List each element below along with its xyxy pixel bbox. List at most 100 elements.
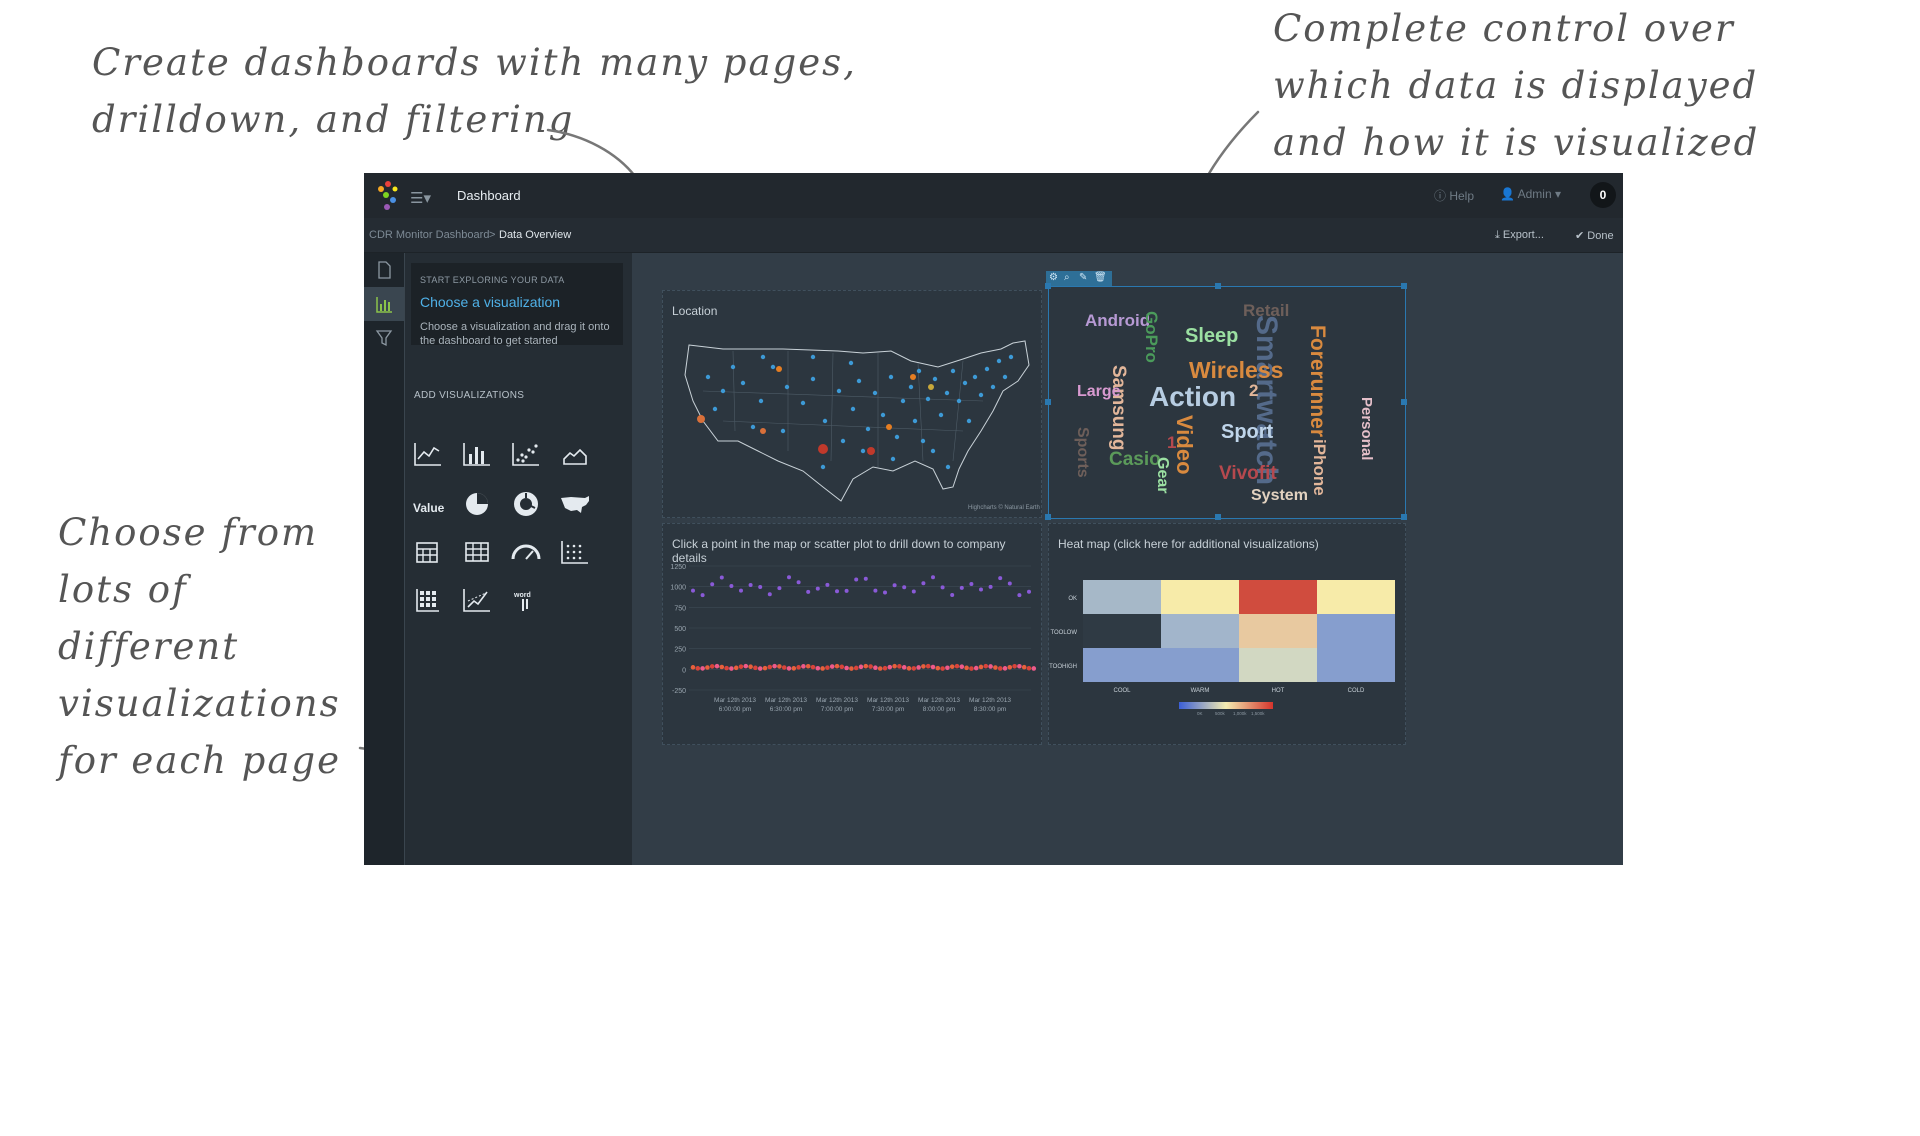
word-cloud-term[interactable]: Sport <box>1221 421 1273 444</box>
scatter-point[interactable] <box>950 593 955 598</box>
scatter-plot[interactable]: 1250 1000 750 500 250 0 -250 Mar 12th 2013 6:00:… <box>663 524 1041 744</box>
scatter-card[interactable]: Click a point in the map or scatter plot… <box>662 523 1042 745</box>
word-cloud-icon[interactable]: word <box>509 585 543 615</box>
scatter-point[interactable] <box>700 593 705 598</box>
scatter-point[interactable] <box>906 666 912 671</box>
scatter-point[interactable] <box>757 666 763 671</box>
heatmap-cell[interactable] <box>1083 614 1161 648</box>
scatter-point[interactable] <box>729 584 734 589</box>
heatmap-grid-icon[interactable] <box>411 585 445 615</box>
resize-handle-b[interactable] <box>1215 514 1221 520</box>
scatter-point[interactable] <box>839 664 845 670</box>
trend-icon[interactable] <box>460 585 494 615</box>
scatter-point[interactable] <box>844 665 849 671</box>
word-cloud-term[interactable]: Sports <box>1073 427 1091 478</box>
scatter-point[interactable] <box>762 665 768 671</box>
export-button[interactable]: ⤓ Export... <box>1495 229 1544 242</box>
scatter-point[interactable] <box>897 664 902 669</box>
heatmap-cell[interactable] <box>1317 580 1395 614</box>
scatter-point[interactable] <box>997 666 1003 671</box>
scatter-point[interactable] <box>892 663 897 669</box>
scatter-point[interactable] <box>902 585 907 590</box>
heatmap-cell[interactable] <box>1161 580 1239 614</box>
scatter-point[interactable] <box>806 589 811 594</box>
us-map-icon[interactable] <box>558 489 592 519</box>
word-cloud-term[interactable]: Samsung <box>1107 365 1129 451</box>
scatter-point[interactable] <box>969 666 974 671</box>
area-icon[interactable] <box>558 439 592 469</box>
scatter-point[interactable] <box>777 586 782 591</box>
word-cloud-term[interactable]: Vivofit <box>1219 463 1277 485</box>
resize-handle-tl[interactable] <box>1045 283 1051 289</box>
scatter-point[interactable] <box>1002 666 1008 671</box>
scatter-point[interactable] <box>959 585 964 590</box>
word-cloud-term[interactable]: 2 <box>1249 381 1258 401</box>
scatter-point[interactable] <box>877 666 883 671</box>
scatter-point[interactable] <box>714 663 720 669</box>
hamburger-menu-icon[interactable]: ☰▾ <box>410 189 431 207</box>
scatter-point[interactable] <box>935 665 941 671</box>
scatter-point[interactable] <box>901 665 907 670</box>
heatmap-cell[interactable] <box>1239 648 1317 682</box>
word-cloud-term[interactable]: Forerunner <box>1305 325 1329 437</box>
us-map[interactable]: Highcharts © Natural Earth <box>663 291 1041 517</box>
scatter-point[interactable] <box>834 663 840 669</box>
scatter-point[interactable] <box>853 665 859 671</box>
edit-icon[interactable]: ✎ <box>1079 272 1087 283</box>
scatter-point[interactable] <box>700 666 705 671</box>
word-cloud-card[interactable]: Android GoPro Retail Smartwatch Forerunner Sl… <box>1048 286 1406 519</box>
scatter-point[interactable] <box>931 575 935 580</box>
scatter-point[interactable] <box>883 590 887 595</box>
word-cloud-term[interactable]: Sleep <box>1185 325 1238 348</box>
heatmap-cell[interactable] <box>1161 648 1239 682</box>
scatter-point[interactable] <box>815 586 820 591</box>
scatter-point[interactable] <box>796 665 801 670</box>
scatter-point[interactable] <box>767 592 772 597</box>
word-cloud-term[interactable]: Personal <box>1358 397 1375 460</box>
word-cloud-term[interactable]: iPhone <box>1309 439 1329 496</box>
rail-pages-button[interactable] <box>364 253 404 287</box>
scatter-point[interactable] <box>777 664 782 669</box>
scatter-point[interactable] <box>825 582 830 587</box>
line-chart-icon[interactable] <box>411 439 445 469</box>
breadcrumb-root[interactable]: CDR Monitor Dashboard <box>369 229 489 241</box>
scatter-point[interactable] <box>791 666 797 671</box>
scatter-point[interactable] <box>978 664 984 670</box>
scatter-point[interactable] <box>829 664 835 669</box>
scatter-point[interactable] <box>983 663 989 669</box>
scatter-point[interactable] <box>911 589 916 594</box>
scatter-point[interactable] <box>930 664 936 670</box>
word-cloud-term[interactable]: Large <box>1077 383 1121 401</box>
scatter-point[interactable] <box>786 666 792 671</box>
rail-filters-button[interactable] <box>364 321 404 355</box>
scatter-icon[interactable] <box>509 439 543 469</box>
word-cloud-term[interactable]: Action <box>1149 381 1236 413</box>
scatter-point[interactable] <box>719 575 724 580</box>
scatter-point[interactable] <box>1031 666 1037 671</box>
resize-handle-br[interactable] <box>1401 514 1407 520</box>
scatter-point[interactable] <box>979 587 983 592</box>
scatter-point[interactable] <box>959 664 965 670</box>
heatmap-card[interactable]: Heat map (click here for additional visu… <box>1048 523 1406 745</box>
bar-chart-icon[interactable] <box>460 439 494 469</box>
calendar-icon[interactable] <box>411 537 445 567</box>
heatmap-cell[interactable] <box>1161 614 1239 648</box>
scatter-point[interactable] <box>911 666 917 671</box>
scatter-point[interactable] <box>719 664 725 670</box>
scatter-point[interactable] <box>940 666 945 671</box>
scatter-point[interactable] <box>993 665 998 670</box>
table-icon[interactable] <box>460 537 494 567</box>
scatter-point[interactable] <box>949 664 955 669</box>
scatter-point[interactable] <box>969 582 974 587</box>
heatmap-cell[interactable] <box>1083 580 1161 614</box>
scatter-point[interactable] <box>873 665 878 670</box>
scatter-point[interactable] <box>964 665 969 671</box>
pie-icon[interactable] <box>460 489 494 519</box>
scatter-point[interactable] <box>954 663 960 669</box>
scatter-point[interactable] <box>1026 665 1032 671</box>
scatter-point[interactable] <box>973 665 979 671</box>
scatter-point[interactable] <box>710 582 715 587</box>
heatmap-cell[interactable] <box>1239 580 1317 614</box>
scatter-point[interactable] <box>873 588 878 593</box>
scatter-point[interactable] <box>849 666 854 671</box>
